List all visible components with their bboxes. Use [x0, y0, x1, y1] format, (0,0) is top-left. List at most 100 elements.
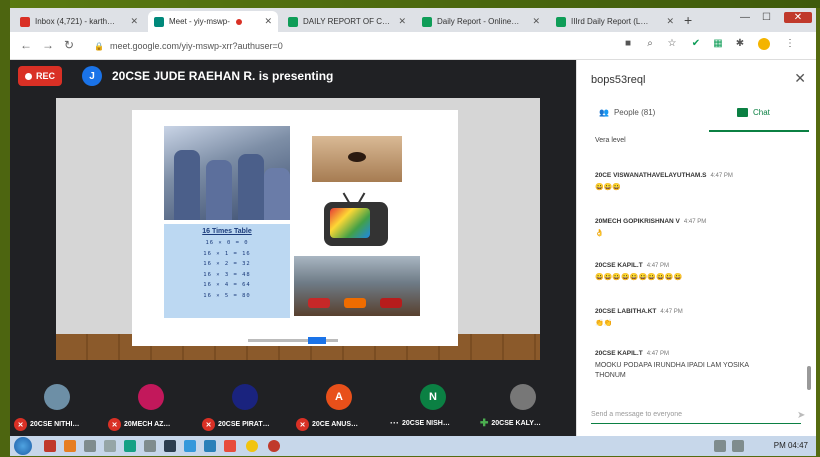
minimize-button[interactable]: —	[740, 12, 750, 23]
participant-tile[interactable]: ✚ 20CSE KALY…	[476, 376, 576, 436]
sheets-icon	[288, 16, 298, 27]
participant-tile[interactable]: ✕ 20CSE PIRAT…	[198, 376, 298, 436]
app-icon[interactable]	[144, 440, 156, 452]
app-icon[interactable]	[124, 440, 136, 452]
camera-icon[interactable]: ■	[622, 38, 634, 50]
tab-label: Inbox (4,721) - karth…	[35, 17, 116, 26]
participant-tile[interactable]: ✕ 20CSE NITHI…	[10, 376, 110, 436]
message-time: 4:47 PM	[646, 263, 670, 269]
chat-list: Vera level 20CE VISWANATHAVELAYUTHAM.S 4:…	[577, 136, 816, 396]
opera-icon[interactable]	[268, 440, 280, 452]
times-table-card: 16 Times Table 16 × 0 = 0 16 × 1 = 16 16…	[164, 224, 290, 318]
message-time: 4:47 PM	[660, 309, 683, 315]
check-extension-icon[interactable]: ✔	[690, 38, 702, 50]
app-icon[interactable]	[224, 440, 236, 452]
gmail-icon	[20, 16, 30, 27]
tab-gmail[interactable]: Inbox (4,721) - karth… ✕	[14, 11, 144, 32]
tray-icon[interactable]	[714, 440, 726, 452]
desktop-frame-top	[0, 0, 820, 8]
tab-bar: Inbox (4,721) - karth… ✕ Meet - yiy-mswp…	[10, 8, 816, 32]
slide-progress-knob[interactable]	[308, 337, 326, 344]
message-text: Vera level	[595, 137, 626, 144]
tab-daily-report-online[interactable]: Daily Report - Online… ✕	[416, 11, 546, 32]
side-panel: bops53reql ✕ 👥 People (81) Chat Vera lev…	[576, 60, 816, 436]
avatar	[44, 384, 70, 410]
message-sender: 20CE VISWANATHAVELAYUTHAM.S	[595, 172, 707, 179]
maximize-button[interactable]: ☐	[762, 12, 771, 23]
close-icon[interactable]: ✕	[662, 16, 674, 27]
times-table-row: 16 × 4 = 64	[203, 282, 251, 288]
participant-name: 20CE ANUS…	[312, 421, 359, 428]
forward-arrow-icon[interactable]: →	[42, 38, 54, 52]
avatar: A	[326, 384, 352, 410]
close-icon[interactable]: ✕	[394, 16, 406, 27]
chat-input[interactable]: Send a message to everyone	[591, 406, 801, 424]
more-icon: ···	[390, 418, 399, 428]
close-icon[interactable]: ✕	[528, 16, 540, 27]
close-icon[interactable]: ✕	[260, 16, 272, 27]
tab-chat[interactable]: Chat	[737, 108, 770, 117]
participant-name: 20MECH AZ…	[124, 421, 171, 428]
participant-tile[interactable]: N ··· 20CSE NISH…	[386, 376, 486, 436]
browser-window: Inbox (4,721) - karth… ✕ Meet - yiy-mswp…	[10, 8, 816, 456]
app-icon[interactable]	[64, 440, 76, 452]
app-icon[interactable]	[84, 440, 96, 452]
recording-badge: REC	[18, 66, 62, 86]
star-icon[interactable]: ☆	[666, 38, 678, 50]
chrome-icon[interactable]	[246, 440, 258, 452]
shared-screen: 16 Times Table 16 × 0 = 0 16 × 1 = 16 16…	[56, 98, 540, 360]
reload-icon[interactable]: ↻	[64, 38, 74, 52]
participant-tile[interactable]: ✕ 20MECH AZ…	[104, 376, 204, 436]
start-button[interactable]	[14, 437, 32, 455]
tab-daily-report[interactable]: DAILY REPORT OF C… ✕	[282, 11, 412, 32]
app-icon[interactable]	[204, 440, 216, 452]
grid-extension-icon[interactable]: ▦	[712, 38, 724, 50]
avatar	[510, 384, 536, 410]
new-tab-button[interactable]: +	[684, 12, 692, 28]
close-window-button[interactable]: ✕	[784, 12, 812, 23]
close-icon[interactable]: ✕	[126, 16, 138, 27]
tab-people[interactable]: 👥 People (81)	[599, 108, 655, 117]
app-icon[interactable]	[104, 440, 116, 452]
participant-tile[interactable]: A ✕ 20CE ANUS…	[292, 376, 392, 436]
chat-message: 20MECH GOPIKRISHNAN V 4:47 PM 👌	[595, 218, 795, 239]
menu-icon[interactable]: ⋮	[784, 38, 796, 50]
avatar	[232, 384, 258, 410]
chat-scrollbar[interactable]	[807, 366, 811, 390]
times-table-row: 16 × 5 = 80	[203, 292, 251, 299]
mic-off-icon: ✕	[14, 418, 27, 431]
cars-photo	[294, 256, 420, 316]
avatar: N	[420, 384, 446, 410]
times-table-row: 16 × 2 = 32	[203, 261, 251, 267]
slide-progress-bar[interactable]	[248, 337, 338, 344]
search-icon[interactable]: ⌕	[644, 38, 656, 50]
send-icon[interactable]: ➤	[797, 410, 805, 421]
tab-label: Chat	[753, 108, 770, 117]
tab-label: People (81)	[613, 108, 656, 117]
app-icon[interactable]	[184, 440, 196, 452]
tab-label: IIIrd Daily Report (L…	[571, 17, 649, 26]
message-sender: 20CSE KAPIL.T	[595, 262, 643, 269]
puzzle-extension-icon[interactable]: ✱	[734, 38, 746, 50]
message-text: MOOKU PODAPA IRUNDHA IPADI LAM YOSIKA TH…	[595, 362, 749, 379]
chat-message: 20CSE KAPIL.T 4:47 PM MOOKU PODAPA IRUNDH…	[595, 350, 775, 381]
participant-strip: ✕ 20CSE NITHI… ✕ 20MECH AZ… ✕ 20CSE PIRAT… …	[10, 376, 576, 436]
volume-icon[interactable]	[732, 440, 744, 452]
participant-name: 20CSE KALY…	[491, 420, 541, 427]
address-bar: ← → ↻ 🔒 meet.google.com/yiy-mswp-xrr?aut…	[10, 32, 816, 60]
avatar[interactable]	[758, 38, 770, 50]
rec-label: REC	[35, 71, 55, 81]
tab-label: DAILY REPORT OF C…	[303, 17, 390, 26]
close-icon[interactable]: ✕	[794, 70, 806, 87]
tab-meet[interactable]: Meet - yiy-mswp- ✕	[148, 11, 278, 32]
tab-third-daily-report[interactable]: IIIrd Daily Report (L… ✕	[550, 11, 680, 32]
back-arrow-icon[interactable]: ←	[20, 38, 32, 52]
message-time: 4:47 PM	[683, 219, 707, 225]
mic-off-icon: ✕	[296, 418, 309, 431]
participant-name: 20CSE NITHI…	[30, 421, 80, 428]
url-field[interactable]: 🔒 meet.google.com/yiy-mswp-xrr?authuser=…	[94, 37, 504, 55]
app-icon[interactable]	[164, 440, 176, 452]
students-photo	[164, 126, 290, 220]
app-icon[interactable]	[44, 440, 56, 452]
presenter-avatar: J	[82, 66, 102, 86]
